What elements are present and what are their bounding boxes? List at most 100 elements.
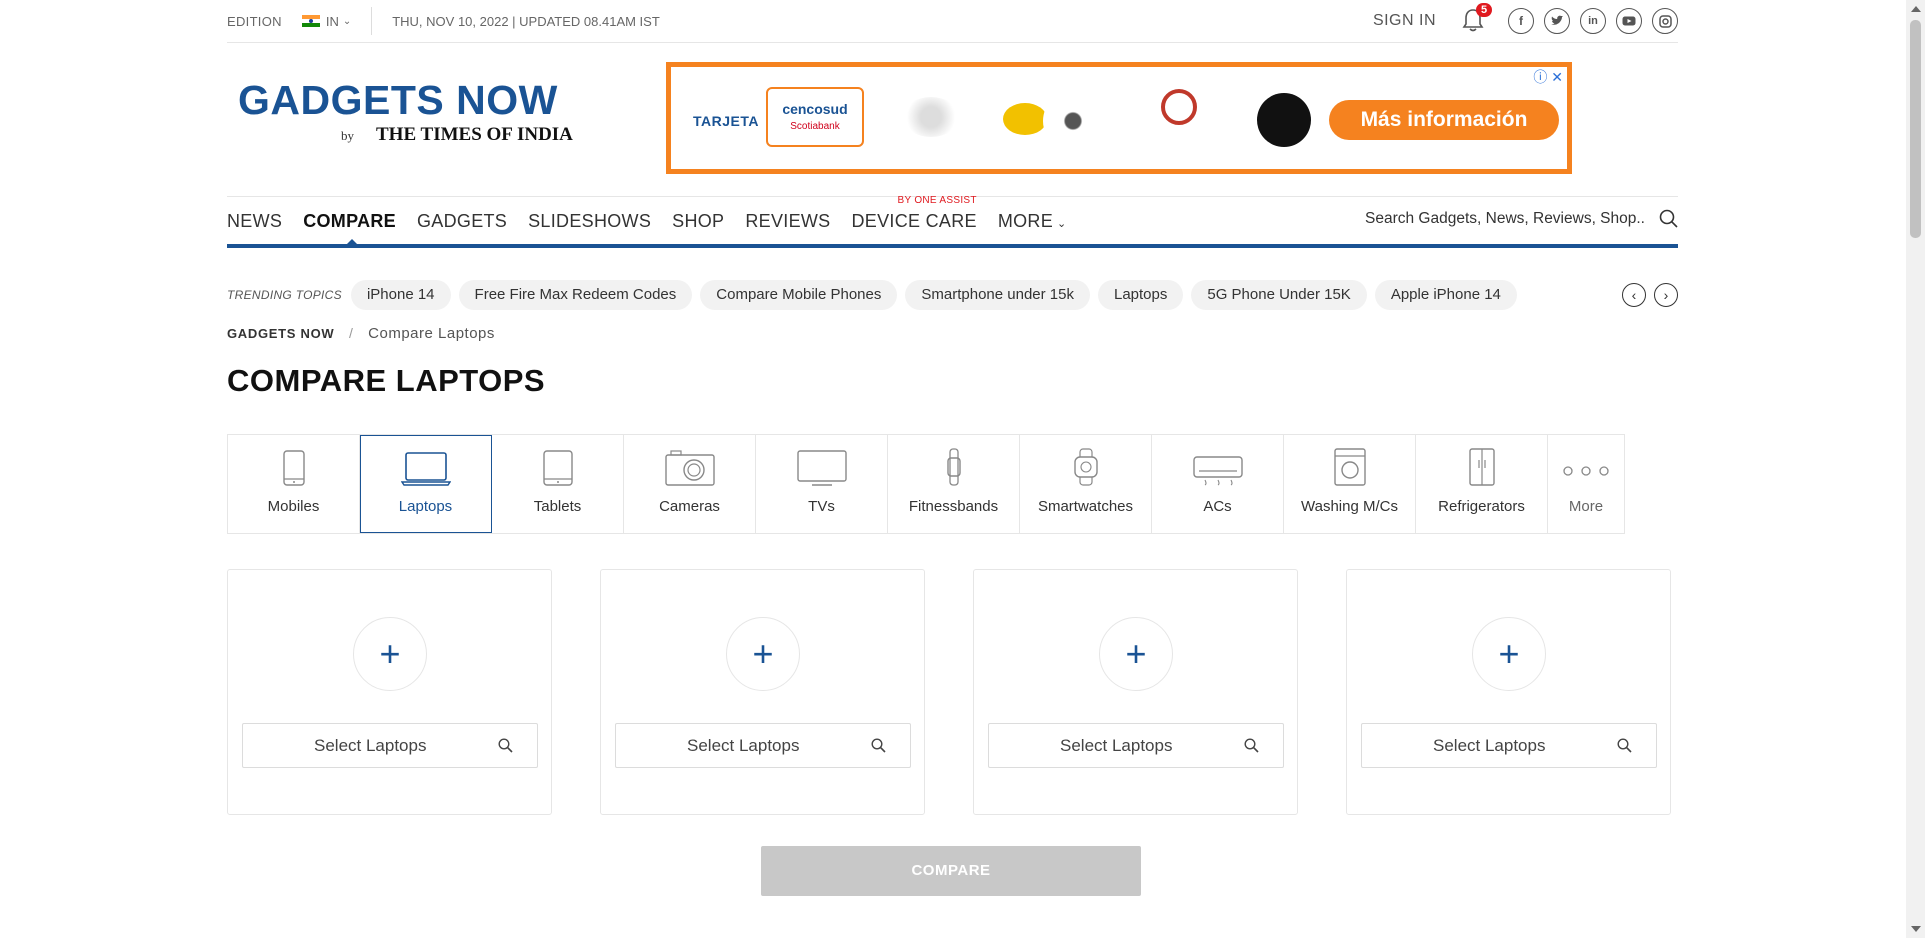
category-label: Smartwatches xyxy=(1037,498,1134,515)
compare-slot: + Select Laptops xyxy=(227,569,552,815)
search-input[interactable]: Search Gadgets, News, Reviews, Shop.. xyxy=(1365,210,1645,228)
nav-item-label: NEWS xyxy=(227,210,283,231)
washing-machine-icon xyxy=(1333,444,1366,486)
more-dots-icon xyxy=(1562,450,1610,492)
nav-item-label: GADGETS xyxy=(416,210,508,231)
category-tab-more[interactable]: More xyxy=(1548,435,1624,533)
page-scrollbar[interactable] xyxy=(1906,0,1925,938)
add-product-plus-icon[interactable]: + xyxy=(726,617,800,691)
category-label: Cameras xyxy=(659,498,720,515)
nav-item-tag: BY ONE ASSIST xyxy=(897,194,977,206)
trending-chip[interactable]: Free Fire Max Redeem Codes xyxy=(458,280,693,310)
category-label: Refrigerators xyxy=(1438,498,1525,515)
search-icon[interactable] xyxy=(1659,209,1678,228)
trending-chip[interactable]: Apple iPhone 14 xyxy=(1374,280,1517,310)
trending-chip[interactable]: iPhone 14 xyxy=(350,280,451,310)
category-tab-laptops[interactable]: Laptops xyxy=(360,435,492,533)
scroll-up-arrow-icon[interactable] xyxy=(1911,6,1921,12)
search-icon xyxy=(1617,738,1632,753)
ad-card-bank: Scotiabank xyxy=(790,121,840,132)
smartwatch-icon xyxy=(1073,444,1099,486)
trending-chip[interactable]: Compare Mobile Phones xyxy=(700,280,898,310)
gadgets-now-logo[interactable]: GADGETS NOW by THE TIMES OF INDIA xyxy=(238,77,573,145)
topbar-actions: SIGN IN 5 f in xyxy=(1373,3,1678,34)
nav-item-compare[interactable]: COMPARE xyxy=(303,211,396,246)
trending-chip[interactable]: Smartphone under 15k xyxy=(905,280,1090,310)
nav-item-label: SHOP xyxy=(672,210,725,231)
compare-button[interactable]: COMPARE xyxy=(761,846,1141,896)
trending-chip[interactable]: Laptops xyxy=(1097,280,1184,310)
chevron-left-icon[interactable]: ‹ xyxy=(1622,283,1646,307)
instagram-icon[interactable] xyxy=(1652,8,1678,34)
refrigerator-icon xyxy=(1468,444,1495,486)
select-laptop-input[interactable]: Select Laptops xyxy=(615,723,911,768)
facebook-icon[interactable]: f xyxy=(1508,8,1534,34)
compare-slot: + Select Laptops xyxy=(1346,569,1671,815)
nav-item-reviews[interactable]: REVIEWS xyxy=(745,211,830,232)
nav-item-more[interactable]: MORE ⌄ xyxy=(998,211,1067,232)
compare-slot: + Select Laptops xyxy=(600,569,925,815)
edition-selector[interactable]: IN xyxy=(326,14,339,29)
category-tab-refrigerators[interactable]: Refrigerators xyxy=(1416,435,1548,533)
category-label: Laptops xyxy=(398,498,453,515)
ad-cta-button[interactable]: Más información xyxy=(1329,100,1559,140)
nav-item-slideshows[interactable]: SLIDESHOWS xyxy=(528,211,651,232)
category-tab-tablets[interactable]: Tablets xyxy=(492,435,624,533)
logo-title: GADGETS NOW xyxy=(238,77,558,123)
chevron-down-icon[interactable]: ⌄ xyxy=(343,16,351,27)
add-product-plus-icon[interactable]: + xyxy=(353,617,427,691)
select-laptop-input[interactable]: Select Laptops xyxy=(988,723,1284,768)
trending-chip[interactable]: 5G Phone Under 15K xyxy=(1191,280,1367,310)
category-label: Washing M/Cs xyxy=(1301,498,1398,515)
select-laptop-input[interactable]: Select Laptops xyxy=(242,723,538,768)
category-tab-washing-m-cs[interactable]: Washing M/Cs xyxy=(1284,435,1416,533)
page-title: COMPARE LAPTOPS xyxy=(227,363,546,398)
ad-close-icon[interactable]: ⓘ ✕ xyxy=(1531,67,1565,87)
ad-partner-logo-2 xyxy=(1003,103,1047,135)
category-tab-smartwatches[interactable]: Smartwatches xyxy=(1020,435,1152,533)
search-icon xyxy=(1244,738,1259,753)
youtube-icon[interactable] xyxy=(1616,8,1642,34)
ad-partner-logo-5 xyxy=(1257,93,1311,147)
chevron-right-icon[interactable]: › xyxy=(1654,283,1678,307)
ad-partner-logo-3 xyxy=(1043,91,1103,151)
india-flag-icon[interactable] xyxy=(301,15,320,27)
site-search[interactable]: Search Gadgets, News, Reviews, Shop.. xyxy=(1365,209,1678,228)
add-product-plus-icon[interactable]: + xyxy=(1472,617,1546,691)
nav-item-label: REVIEWS xyxy=(745,210,831,231)
category-tab-cameras[interactable]: Cameras xyxy=(624,435,756,533)
category-tab-acs[interactable]: ACs xyxy=(1152,435,1284,533)
breadcrumb-home[interactable]: GADGETS NOW xyxy=(227,326,334,341)
select-laptop-input[interactable]: Select Laptops xyxy=(1361,723,1657,768)
nav-item-device-care[interactable]: DEVICE CARE BY ONE ASSIST xyxy=(851,195,976,232)
trending-arrows: ‹ › xyxy=(1614,283,1678,307)
breadcrumb-separator: / xyxy=(348,325,354,341)
nav-item-shop[interactable]: SHOP xyxy=(672,211,724,232)
notifications-badge: 5 xyxy=(1476,3,1493,17)
scroll-down-arrow-icon[interactable] xyxy=(1911,926,1921,932)
twitter-icon[interactable] xyxy=(1544,8,1570,34)
nav-item-gadgets[interactable]: GADGETS xyxy=(417,211,507,232)
sign-in-link[interactable]: SIGN IN xyxy=(1373,12,1436,30)
category-label: Mobiles xyxy=(267,498,320,515)
ad-card-brand: cencosud xyxy=(782,101,848,117)
linkedin-icon[interactable]: in xyxy=(1580,8,1606,34)
main-nav: NEWS COMPARE GADGETS SLIDESHOWS SHOP REVIEWS D… xyxy=(227,195,1678,248)
ad-partner-logo-1 xyxy=(903,97,959,137)
category-tab-mobiles[interactable]: Mobiles xyxy=(228,435,360,533)
advertisement-banner[interactable]: TARJETA cencosud Scotiabank Más informac… xyxy=(666,62,1572,174)
category-tab-fitnessbands[interactable]: Fitnessbands xyxy=(888,435,1020,533)
category-label: ACs xyxy=(1203,498,1232,515)
add-product-plus-icon[interactable]: + xyxy=(1099,617,1173,691)
select-laptop-label: Select Laptops xyxy=(1433,735,1546,755)
trending-chips: iPhone 14 Free Fire Max Redeem Codes Compa… xyxy=(350,280,1601,310)
mobile-icon xyxy=(282,444,305,486)
category-tab-tvs[interactable]: TVs xyxy=(756,435,888,533)
select-laptop-label: Select Laptops xyxy=(687,735,800,755)
category-label: TVs xyxy=(808,498,835,515)
scrollbar-thumb[interactable] xyxy=(1910,20,1921,238)
select-laptop-label: Select Laptops xyxy=(314,735,427,755)
notifications-bell-icon[interactable]: 5 xyxy=(1462,3,1493,34)
nav-item-news[interactable]: NEWS xyxy=(227,211,282,232)
ad-tarjeta-text: TARJETA xyxy=(693,113,759,129)
